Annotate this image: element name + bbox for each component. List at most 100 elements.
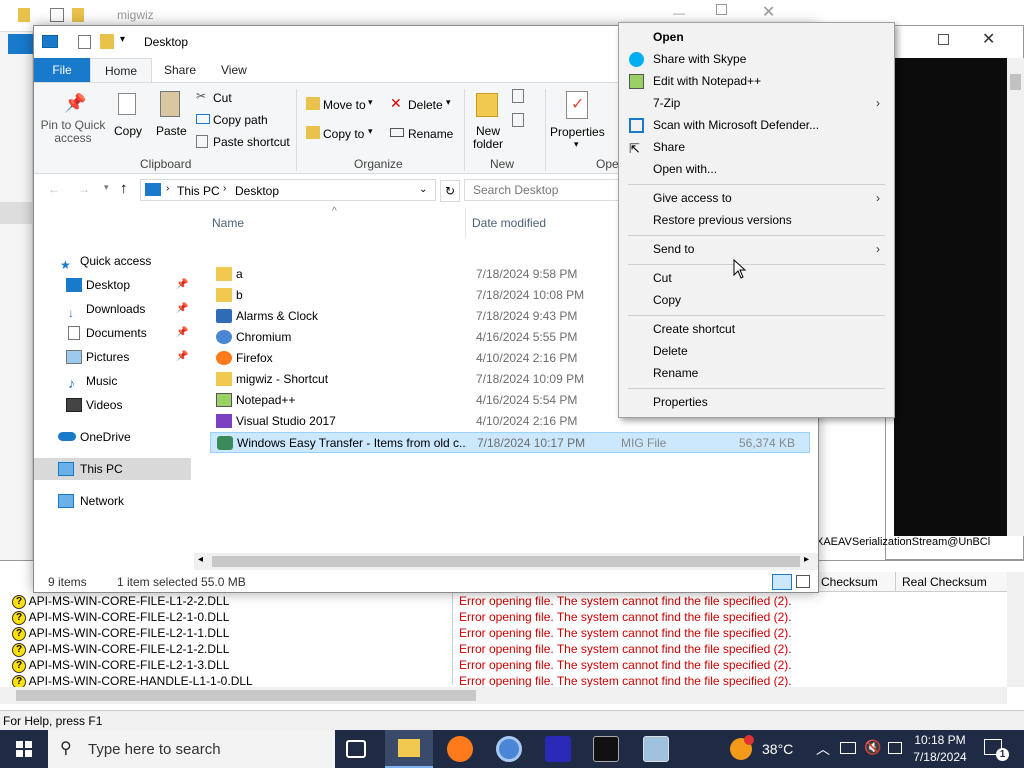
taskbar-console-icon[interactable] [593,736,619,762]
forward-arrow-icon[interactable]: → [78,182,90,196]
tab-share[interactable]: Share [150,58,210,82]
column-header-name[interactable]: Name [212,216,244,230]
scroll-right-icon[interactable]: ▸ [804,554,809,565]
chevron-down-icon[interactable]: ⌄ [419,184,427,195]
paste-button[interactable]: Paste [154,87,187,147]
breadcrumb-desktop[interactable]: Desktop [235,184,279,198]
network-icon [58,494,74,508]
move-to-button[interactable]: Move to ▾ [304,95,380,115]
task-view-icon[interactable] [346,740,366,758]
menu-edit-with-notepad[interactable]: Edit with Notepad++ [621,70,892,92]
file-list-scrollbar[interactable]: ◂ ▸ [194,553,818,570]
chevron-up-icon[interactable]: ︿ [816,739,830,759]
menu-properties[interactable]: Properties [621,391,892,413]
nav-downloads[interactable]: ↓ Downloads 📌 [66,298,190,320]
taskbar-file-explorer[interactable] [385,730,433,768]
maximize-icon[interactable] [938,34,949,45]
menu-rename[interactable]: Rename [621,362,892,384]
taskbar-search-box[interactable]: ⚲ Type here to search [48,730,335,768]
easy-access-button[interactable] [510,89,536,109]
breadcrumb-this-pc[interactable]: This PC [177,184,220,198]
menu-restore-previous-versions[interactable]: Restore previous versions [621,209,892,231]
menu-7zip[interactable]: 7-Zip › [621,92,892,114]
column-header-date[interactable]: Date modified [472,216,546,230]
maximize-icon[interactable] [716,4,727,15]
horizontal-scrollbar[interactable] [0,687,1007,704]
tab-view[interactable]: View [207,58,261,82]
copy-to-button[interactable]: Copy to ▾ [304,124,380,144]
menu-send-to[interactable]: Send to › [621,238,892,260]
nav-quick-access[interactable]: ★ Quick access [60,250,190,272]
nav-network[interactable]: Network [58,490,190,512]
tab-home[interactable]: Home [90,58,153,82]
recent-locations-icon[interactable]: ▾ [104,182,109,193]
delete-button[interactable]: ✕ Delete ▾ [388,95,456,115]
paste-shortcut-button[interactable]: Paste shortcut [194,132,294,152]
menu-scan-defender[interactable]: Scan with Microsoft Defender... [621,114,892,136]
nav-documents[interactable]: Documents 📌 [66,322,190,344]
scrollbar-thumb[interactable] [1010,74,1021,90]
new-item-button[interactable] [510,113,536,133]
checksum-header[interactable]: Checksum [821,575,878,589]
nav-music[interactable]: ♪ Music [66,370,190,392]
scrollbar-thumb[interactable] [212,556,800,567]
file-row-selected[interactable]: Windows Easy Transfer - Items from old c… [210,432,810,453]
cut-button[interactable]: ✂ Cut [194,88,294,108]
properties-quick-icon[interactable] [78,35,91,49]
new-folder-button[interactable]: New folder [470,87,506,151]
module-row[interactable]: ? API-MS-WIN-CORE-FILE-L1-2-2.DLL [12,593,452,609]
up-arrow-icon[interactable]: ↑ [120,180,128,197]
back-arrow-icon[interactable]: ← [48,182,60,196]
copy-path-button[interactable]: Copy path [194,110,294,130]
nav-pictures[interactable]: Pictures 📌 [66,346,190,368]
address-bar[interactable]: › This PC › Desktop ⌄ [140,179,436,201]
vertical-scrollbar[interactable] [1007,572,1024,687]
menu-open[interactable]: Open [621,26,892,48]
taskbar-chromium-icon[interactable] [496,736,522,762]
real-checksum-header[interactable]: Real Checksum [902,575,987,589]
menu-copy[interactable]: Copy [621,289,892,311]
search-input[interactable]: Search Desktop [464,179,624,201]
module-row[interactable]: ? API-MS-WIN-CORE-FILE-L2-1-0.DLL [12,609,452,625]
taskbar-firefox-icon[interactable] [447,736,473,762]
customize-toolbar-icon[interactable]: ▾ [120,34,125,45]
close-icon[interactable]: ✕ [762,2,775,22]
volume-muted-icon[interactable]: 🔇 [864,739,881,756]
taskbar-app-icon[interactable] [545,736,571,762]
keyboard-icon[interactable] [888,742,902,754]
menu-delete[interactable]: Delete [621,340,892,362]
nav-this-pc[interactable]: This PC [34,458,191,480]
nav-videos[interactable]: Videos [66,394,190,416]
new-folder-quick-icon[interactable] [100,34,114,49]
details-view-icon[interactable] [772,574,792,590]
minimize-icon[interactable]: — [673,6,685,20]
refresh-icon[interactable]: ↻ [440,180,460,202]
tab-file[interactable]: File [34,58,90,82]
menu-cut[interactable]: Cut [621,267,892,289]
clock-date[interactable]: 7/18/2024 [912,750,968,764]
menu-share-with-skype[interactable]: Share with Skype [621,48,892,70]
module-row[interactable]: ? API-MS-WIN-CORE-FILE-L2-1-2.DLL [12,641,452,657]
nav-desktop[interactable]: Desktop 📌 [66,274,190,296]
console-scrollbar[interactable] [1007,58,1024,536]
large-icons-view-icon[interactable] [796,575,810,588]
close-icon[interactable]: ✕ [982,29,995,49]
network-icon[interactable] [840,742,856,754]
menu-give-access-to[interactable]: Give access to › [621,187,892,209]
temperature[interactable]: 38°C [762,741,793,757]
rename-button[interactable]: Rename [388,124,456,144]
menu-share[interactable]: ⇱ Share [621,136,892,158]
start-button[interactable] [0,730,48,768]
scrollbar-thumb[interactable] [16,690,476,701]
clock-time[interactable]: 10:18 PM [914,733,966,747]
pin-quick-access-button[interactable]: 📌 Pin to Quick access [40,87,106,147]
copy-button[interactable]: Copy [112,87,144,147]
module-row[interactable]: ? API-MS-WIN-CORE-FILE-L2-1-3.DLL [12,657,452,673]
menu-create-shortcut[interactable]: Create shortcut [621,318,892,340]
menu-open-with[interactable]: Open with... [621,158,892,180]
taskbar-easy-transfer-icon[interactable] [643,736,669,762]
module-row[interactable]: ? API-MS-WIN-CORE-FILE-L2-1-1.DLL [12,625,452,641]
nav-onedrive[interactable]: OneDrive [58,426,190,448]
properties-button[interactable]: ✓ Properties ▾ [550,87,610,151]
scroll-left-icon[interactable]: ◂ [198,554,203,565]
